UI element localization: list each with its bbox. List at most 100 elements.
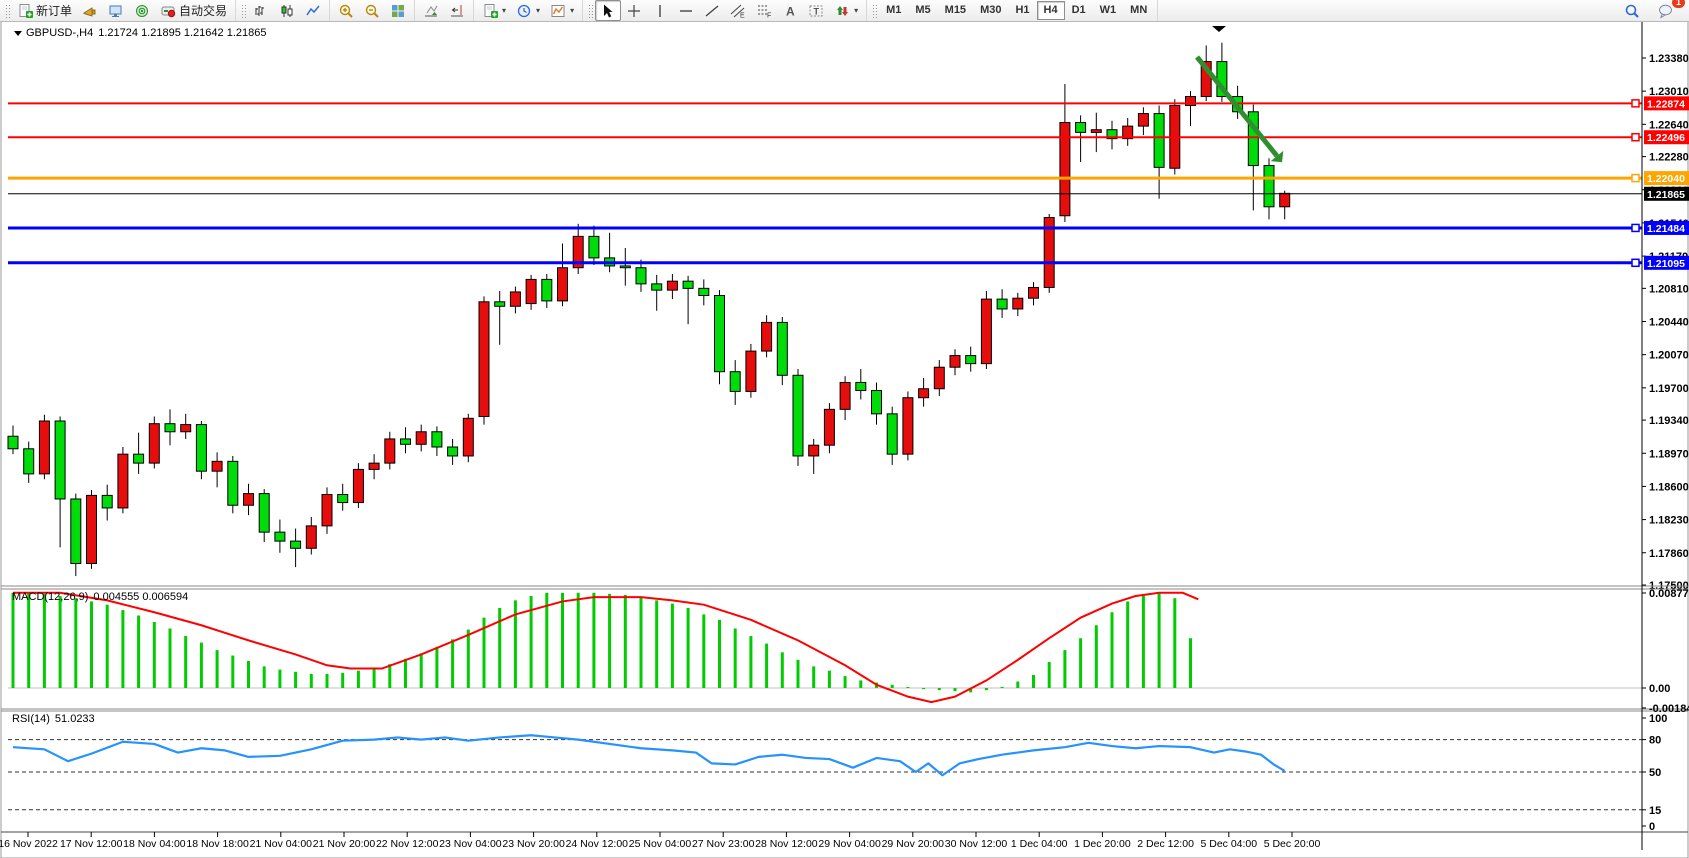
mt4-window: 新订单 自动交易 ▾ ▾ ▾ E F A T ▾ M1M5M15M30H1H4D1W1MN 1 1.… [0, 0, 1689, 858]
time-label: 1 Dec 04:00 [1011, 838, 1068, 850]
svg-text:T: T [814, 6, 820, 16]
toolbar: 新订单 自动交易 ▾ ▾ ▾ E F A T ▾ M1M5M15M30H1H4D1W1MN 1 [0, 0, 1689, 22]
svg-text:1.22280: 1.22280 [1649, 152, 1689, 164]
svg-text:1.18600: 1.18600 [1649, 481, 1689, 493]
svg-text:0.00: 0.00 [1649, 683, 1670, 695]
toolbar-group [236, 0, 330, 21]
svg-text:15: 15 [1649, 805, 1661, 817]
text-button[interactable]: A [777, 0, 803, 21]
svg-text:1.22040: 1.22040 [1647, 173, 1685, 185]
new-chart-button[interactable]: ▾ [477, 0, 511, 21]
svg-text:80: 80 [1649, 735, 1661, 747]
svg-text:1.22496: 1.22496 [1647, 132, 1685, 144]
toolbar-group [330, 0, 415, 21]
chart-title: GBPUSD-,H41.21724 1.21895 1.21642 1.2186… [14, 27, 266, 39]
chevron-down-icon: ▾ [854, 6, 858, 15]
symbol-dropdown-icon[interactable] [14, 31, 22, 36]
svg-text:1.20810: 1.20810 [1649, 283, 1689, 295]
svg-text:1.22874: 1.22874 [1647, 98, 1685, 110]
new-order-button-label: 新订单 [36, 2, 72, 19]
toolbar-group: E F A T ▾ [583, 0, 867, 21]
time-label: 22 Nov 12:00 [376, 838, 439, 850]
toolbar-right: 1 [1619, 0, 1689, 21]
autotrading-button-label: 自动交易 [179, 2, 227, 19]
time-label: 25 Nov 04:00 [629, 838, 692, 850]
search-icon[interactable] [1619, 0, 1645, 21]
label-button[interactable]: T [803, 0, 829, 21]
autotrading-button[interactable]: 自动交易 [155, 0, 232, 21]
time-label: 23 Nov 04:00 [439, 838, 502, 850]
line-chart-button[interactable] [300, 0, 326, 21]
navigator-button[interactable] [129, 0, 155, 21]
svg-text:1.21095: 1.21095 [1647, 258, 1685, 270]
time-label: 23 Nov 20:00 [502, 838, 565, 850]
time-label: 21 Nov 20:00 [313, 838, 376, 850]
timeframe-w1[interactable]: W1 [1093, 1, 1124, 20]
timeframe-m30[interactable]: M30 [973, 1, 1008, 20]
time-label: 21 Nov 04:00 [250, 838, 313, 850]
time-label: 24 Nov 12:00 [566, 838, 629, 850]
timeframe-mn[interactable]: MN [1123, 1, 1154, 20]
bar-chart-button[interactable] [248, 0, 274, 21]
toolbar-grip[interactable] [872, 4, 877, 18]
toolbar-grip[interactable] [588, 4, 593, 18]
timeframe-h1[interactable]: H1 [1008, 1, 1036, 20]
zoom-out-button[interactable] [359, 0, 385, 21]
svg-text:A: A [786, 4, 795, 18]
svg-text:1.21865: 1.21865 [1647, 189, 1685, 201]
timeframe-m15[interactable]: M15 [938, 1, 973, 20]
channel-button[interactable]: E [725, 0, 751, 21]
toolbar-group: 新订单 自动交易 [0, 0, 236, 21]
chevron-down-icon: ▾ [502, 6, 506, 15]
timeframe-h4[interactable]: H4 [1037, 1, 1065, 20]
toolbar-grip[interactable] [241, 4, 246, 18]
chat-icon[interactable]: 1 [1653, 0, 1679, 21]
rsi-indicator-label: RSI(14)51.0233 [12, 713, 95, 725]
arrows-button[interactable]: ▾ [829, 0, 863, 21]
market-watch-button[interactable] [103, 0, 129, 21]
svg-text:1.20440: 1.20440 [1649, 317, 1689, 329]
horizontal-line-button[interactable] [673, 0, 699, 21]
timeframe-d1[interactable]: D1 [1065, 1, 1093, 20]
toolbar-group: ▾ ▾ ▾ [474, 0, 583, 21]
time-label: 30 Nov 12:00 [945, 838, 1008, 850]
notification-badge: 1 [1672, 0, 1685, 8]
svg-text:1.19340: 1.19340 [1649, 415, 1689, 427]
templates-button[interactable]: ▾ [545, 0, 579, 21]
symbol-period-label: GBPUSD-,H4 [26, 27, 93, 39]
rsi-name: RSI(14) [12, 713, 50, 725]
crosshair-button[interactable] [621, 0, 647, 21]
time-label: 16 Nov 2022 [0, 838, 58, 850]
time-label: 5 Dec 20:00 [1264, 838, 1321, 850]
chart-canvas[interactable]: 1.233801.230101.226401.222801.219101.215… [0, 0, 1689, 858]
svg-text:1.17860: 1.17860 [1649, 548, 1689, 560]
trendline-button[interactable] [699, 0, 725, 21]
macd-name: MACD(12,26,9) [12, 591, 88, 603]
timeframe-group: M1M5M15M30H1H4D1W1MN [867, 0, 1158, 21]
alerts-button[interactable] [77, 0, 103, 21]
svg-text:F: F [767, 12, 771, 19]
timeframe-m1[interactable]: M1 [879, 1, 908, 20]
zoom-in-button[interactable] [333, 0, 359, 21]
chevron-down-icon: ▾ [570, 6, 574, 15]
svg-text:0.008779: 0.008779 [1649, 588, 1689, 600]
chart-shift-button[interactable] [444, 0, 470, 21]
svg-text:50: 50 [1649, 767, 1661, 779]
candle-chart-button[interactable] [274, 0, 300, 21]
toolbar-group [415, 0, 474, 21]
time-label: 1 Dec 20:00 [1074, 838, 1131, 850]
svg-text:E: E [740, 12, 745, 19]
tile-windows-button[interactable] [385, 0, 411, 21]
auto-scroll-button[interactable] [418, 0, 444, 21]
fibonacci-button[interactable]: F [751, 0, 777, 21]
svg-text:1.18970: 1.18970 [1649, 448, 1689, 460]
svg-text:1.18230: 1.18230 [1649, 515, 1689, 527]
cursor-button[interactable] [595, 0, 621, 21]
toolbar-grip[interactable] [5, 4, 10, 18]
periods-button[interactable]: ▾ [511, 0, 545, 21]
vertical-line-button[interactable] [647, 0, 673, 21]
time-label: 29 Nov 04:00 [818, 838, 881, 850]
timeframe-m5[interactable]: M5 [908, 1, 937, 20]
new-order-button[interactable]: 新订单 [12, 0, 77, 21]
svg-text:1.22640: 1.22640 [1649, 119, 1689, 131]
